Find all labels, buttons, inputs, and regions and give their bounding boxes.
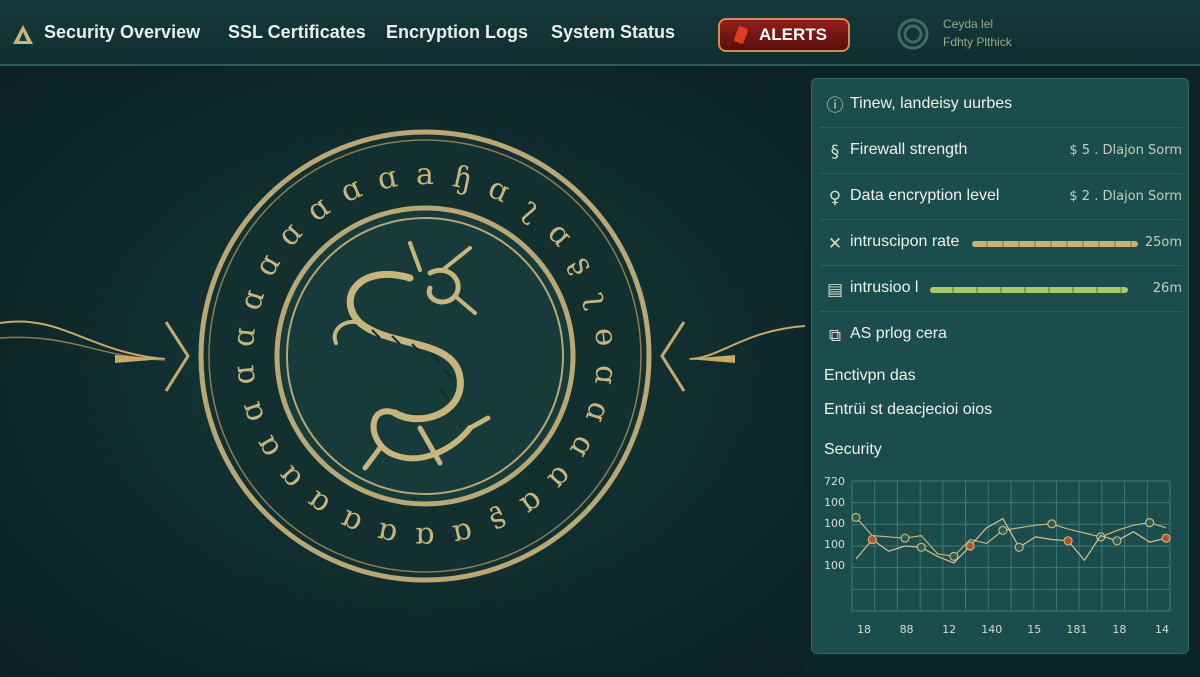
profile-name: Ceyda lel [943,17,994,31]
chart-x-tick-label: 14 [1155,623,1169,636]
seal-glyph: ɑ [226,326,263,349]
row-label: Tinew, landeisy uurbes [850,95,1013,112]
close-icon: ✕ [827,234,843,254]
chart-x-tick-label: 15 [1027,623,1041,636]
row-label: AS prlog cera [850,325,947,342]
log-icon: ▤ [826,280,844,300]
security-line-chart: 720 100 100 100 100 18 88 12 140 15 181 18 14 [820,475,1182,645]
seal-emblem: a ɧ ɑ ʅɑʂʅɵɑɑɑɑɑʂɑɑɑɑɑɑɑɑɑɑɑɑɑɑɑ ɑ [0,129,806,583]
chart-data-point [851,512,861,523]
chart-data-point [900,533,910,543]
chart-data-point [1047,519,1057,529]
chart-data-point [965,541,975,551]
row-value: 25om [1144,235,1182,250]
chart-x-tick-label: 18 [1112,623,1126,636]
nav-system-status[interactable]: System Status [551,22,675,43]
chart-data-point [1161,533,1171,543]
nav-encryption-logs[interactable]: Encryption Logs [386,22,528,43]
panel-row-intrusion[interactable]: ▤ intrusioo l 26m [820,267,1182,312]
alerts-label: ALERTS [759,25,827,44]
panel-row-summary[interactable]: ⓘ Tinew, landeisy uurbes [820,83,1182,128]
shield-icon: § [830,142,840,162]
chart-data-point [1063,536,1073,546]
chart-data-point [867,534,877,545]
chart-x-tick-label: 140 [981,623,1002,636]
chart-x-tick-label: 18 [857,623,871,636]
row-label: Data encryption level [850,187,1000,204]
chart-y-tick-label: 100 [824,517,845,530]
chart-data-point [916,542,926,552]
chart-y-tick-label: 100 [824,538,845,551]
seal-glyph: a [416,157,434,192]
panel-row-encryption[interactable]: ♀ Data encryption level $ 2 . Dlajon Sor… [820,175,1182,220]
row-label: intruscipon rate [850,233,960,250]
row-value: $ 5 . Dlajon Sorm [1069,143,1182,158]
seal-glyph: ɑ [415,520,434,555]
top-navigation-bar: Security Overview SSL Certificates Encry… [0,0,1200,66]
seal-glyph: ɵ [587,326,624,348]
row-value: 26m [1152,281,1182,296]
alert-icon [733,25,749,45]
seal-glyph: ɑ [226,364,263,387]
row-value: $ 2 . Dlajon Sorm [1069,189,1182,204]
profile-ring-icon[interactable] [897,18,929,50]
warning-triangle-icon [13,25,33,44]
chart-x-tick-label: 88 [900,623,914,636]
nav-security-overview[interactable]: Security Overview [44,22,200,43]
intrusion-bar [930,287,1128,293]
chart-x-tick-label: 181 [1066,623,1087,636]
chart-y-tick-label: 100 [824,496,845,509]
encryption-text-line: Enctivpn das [824,367,916,384]
key-icon: ♀ [828,188,842,208]
row-label: intrusioo l [850,279,919,296]
chart-title: Security [824,441,882,458]
cube-icon: ⧉ [828,326,842,346]
panel-row-as-prlog[interactable]: ⧉ AS prlog cera [820,313,1182,357]
nav-ssl-certificates[interactable]: SSL Certificates [228,22,366,43]
chart-data-point [998,525,1008,536]
row-label: Firewall strength [850,141,968,158]
chart-data-point [1145,517,1155,528]
entry-text-line: Entrüi st deacjecioi oios [824,401,993,418]
info-icon: ⓘ [826,96,844,116]
hero-seal-artwork: aɧɑʅɑʂʅɵɑɑɑɑɑʂɑɑɑɑɑɑɑɑɑɑɑɑɑɑɑɑ [0,68,806,673]
profile-subtitle: Fdhty Plthick [943,35,1012,49]
chart-data-point [1112,536,1122,546]
metrics-panel: ⓘ Tinew, landeisy uurbes § Firewall stre… [811,78,1189,654]
seal-glyph: ɑ [587,364,624,387]
intrusion-rate-bar [972,241,1138,247]
panel-row-firewall[interactable]: § Firewall strength $ 5 . Dlajon Sorm [820,129,1182,174]
alerts-button[interactable]: ALERTS [718,18,850,52]
chart-y-tick-label: 720 [824,475,845,488]
chart-y-tick-label: 100 [824,559,845,572]
panel-row-intrusion-rate[interactable]: ✕ intruscipon rate 25om [820,221,1182,266]
chart-data-point [1014,542,1024,552]
chart-x-tick-label: 12 [942,623,956,636]
